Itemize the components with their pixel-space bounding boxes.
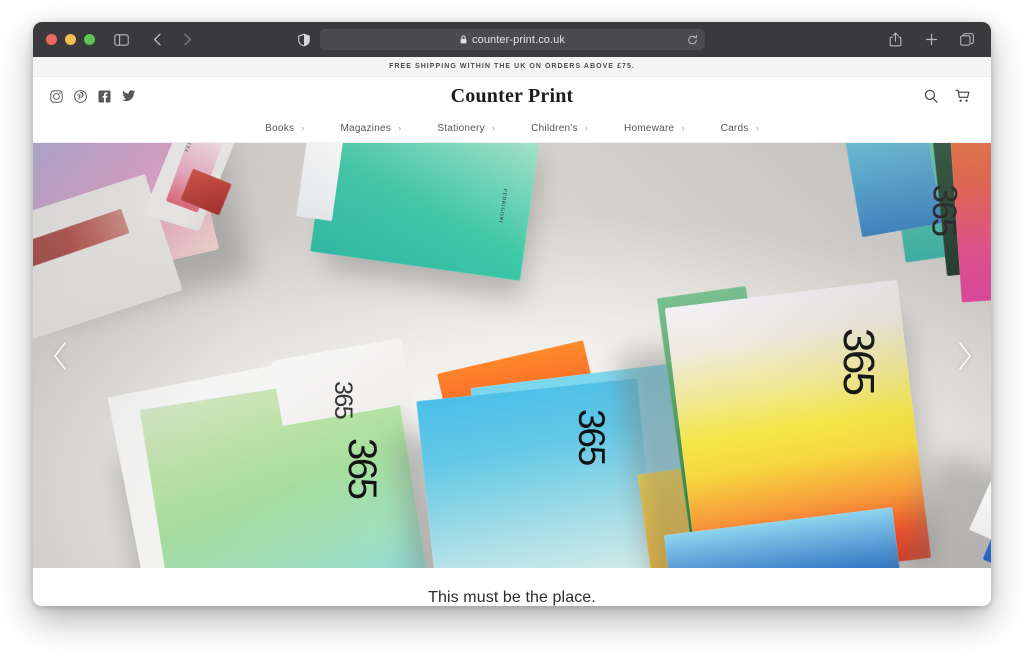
page-content: FREE SHIPPING WITHIN THE UK ON ORDERS AB… [33,57,991,606]
chevron-right-icon: › [755,123,759,133]
nav-label: Cards [720,123,749,134]
tagline-text: This must be the place. [428,588,596,606]
chevron-right-icon: › [398,123,402,133]
header-actions [924,89,971,103]
forward-arrow-icon[interactable] [177,30,197,50]
nav-label: Children's [531,123,578,134]
promo-text: FREE SHIPPING WITHIN THE UK ON ORDERS AB… [389,63,635,70]
cart-icon[interactable] [955,89,971,103]
close-window-button[interactable] [46,34,57,45]
url-display: counter-print.co.uk [460,34,565,46]
hero-carousel[interactable]: FEDRIGONI FEDRIGONI FEDRIGONI [33,143,991,568]
browser-titlebar: counter-print.co.uk [33,22,991,57]
nav-item-magazines[interactable]: Magazines › [340,123,401,134]
browser-window: counter-print.co.uk FREE SHIPPING WITHIN… [33,22,991,606]
nav-item-homeware[interactable]: Homeware › [624,123,685,134]
lock-icon [460,35,467,44]
chevron-right-icon: › [681,123,685,133]
site-logo[interactable]: Counter Print [33,85,991,108]
url-text: counter-print.co.uk [472,33,565,46]
search-icon[interactable] [924,89,938,103]
main-navigation: Books › Magazines › Stationery › Childre… [33,115,991,143]
tab-overview-icon[interactable] [957,30,977,50]
maximize-window-button[interactable] [84,34,95,45]
back-arrow-icon[interactable] [147,30,167,50]
nav-label: Homeware [624,123,675,134]
sidebar-toggle-icon[interactable] [111,30,131,50]
nav-label: Magazines [340,123,392,134]
chevron-right-icon: › [491,123,496,133]
tagline-section: This must be the place. [33,568,991,606]
reload-icon[interactable] [687,34,698,45]
browser-toolbar-right [885,30,979,50]
minimize-window-button[interactable] [65,34,76,45]
browser-nav-arrows [147,30,199,50]
carousel-prev-button[interactable] [43,333,77,379]
photo-lighting [33,143,991,568]
address-bar[interactable]: counter-print.co.uk [320,29,705,50]
privacy-shield-icon[interactable] [298,33,310,46]
promo-banner: FREE SHIPPING WITHIN THE UK ON ORDERS AB… [33,57,991,77]
share-icon[interactable] [885,30,905,50]
plus-icon[interactable] [921,30,941,50]
nav-item-books[interactable]: Books › [265,123,304,134]
carousel-next-button[interactable] [947,333,981,379]
nav-label: Stationery [437,123,485,134]
nav-label: Books [265,123,295,134]
nav-item-stationery[interactable]: Stationery › [437,123,495,134]
chevron-right-icon: › [584,123,589,133]
site-header: Counter Print [33,77,991,115]
nav-item-cards[interactable]: Cards › [721,123,759,134]
window-traffic-lights [46,34,95,45]
nav-item-childrens[interactable]: Children's › [531,123,588,134]
chevron-right-icon: › [301,123,305,133]
hero-product-photo: FEDRIGONI FEDRIGONI FEDRIGONI [33,143,991,568]
